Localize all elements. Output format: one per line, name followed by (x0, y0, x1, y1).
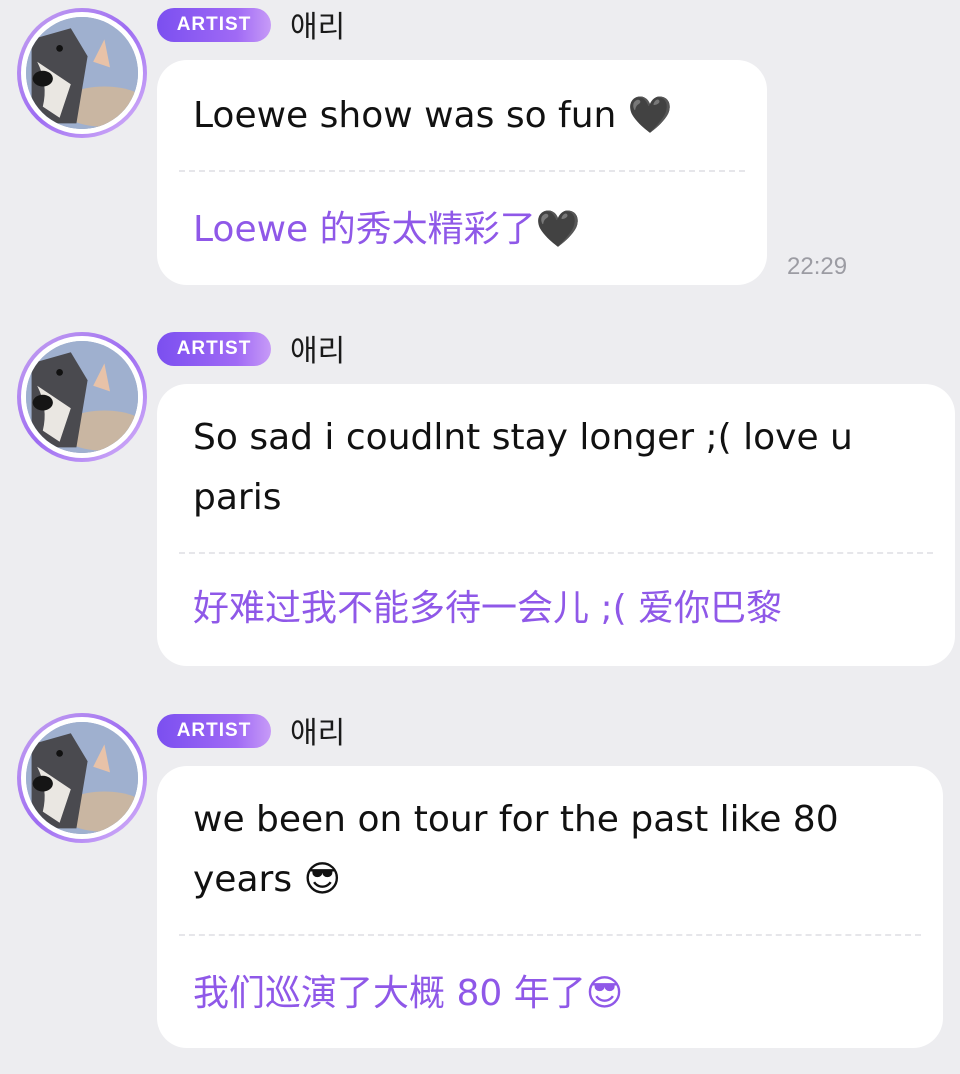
message-bubble[interactable]: we been on tour for the past like 80 yea… (157, 766, 943, 1048)
artist-badge: ARTIST (157, 8, 271, 42)
message-bubble[interactable]: So sad i coudlnt stay longer ;( love u p… (157, 384, 955, 666)
message-text: So sad i coudlnt stay longer ;( love u p… (193, 417, 853, 518)
artist-badge: ARTIST (157, 714, 271, 748)
message-text: Loewe show was so fun 🖤 (193, 95, 673, 136)
username[interactable]: 애리 (290, 2, 345, 46)
bubble-divider (179, 170, 745, 172)
username[interactable]: 애리 (290, 326, 345, 370)
timestamp: 22:29 (787, 253, 848, 280)
bubble-divider (179, 934, 921, 936)
translation-text: 好难过我不能多待一会儿 ;( 爱你巴黎 (193, 588, 783, 629)
bubble-divider (179, 552, 933, 554)
message-text: we been on tour for the past like 80 yea… (193, 799, 839, 900)
translation-text: 我们巡演了大概 80 年了😎 (193, 973, 624, 1014)
translation-text: Loewe 的秀太精彩了🖤 (193, 209, 581, 250)
artist-badge: ARTIST (157, 332, 271, 366)
profile-photo-icon (26, 17, 138, 129)
avatar[interactable] (17, 8, 147, 138)
message-bubble[interactable]: Loewe show was so fun 🖤 Loewe 的秀太精彩了🖤 (157, 60, 767, 285)
avatar[interactable] (17, 713, 147, 843)
username[interactable]: 애리 (290, 708, 345, 752)
avatar[interactable] (17, 332, 147, 462)
profile-photo-icon (26, 722, 138, 834)
profile-photo-icon (26, 341, 138, 453)
